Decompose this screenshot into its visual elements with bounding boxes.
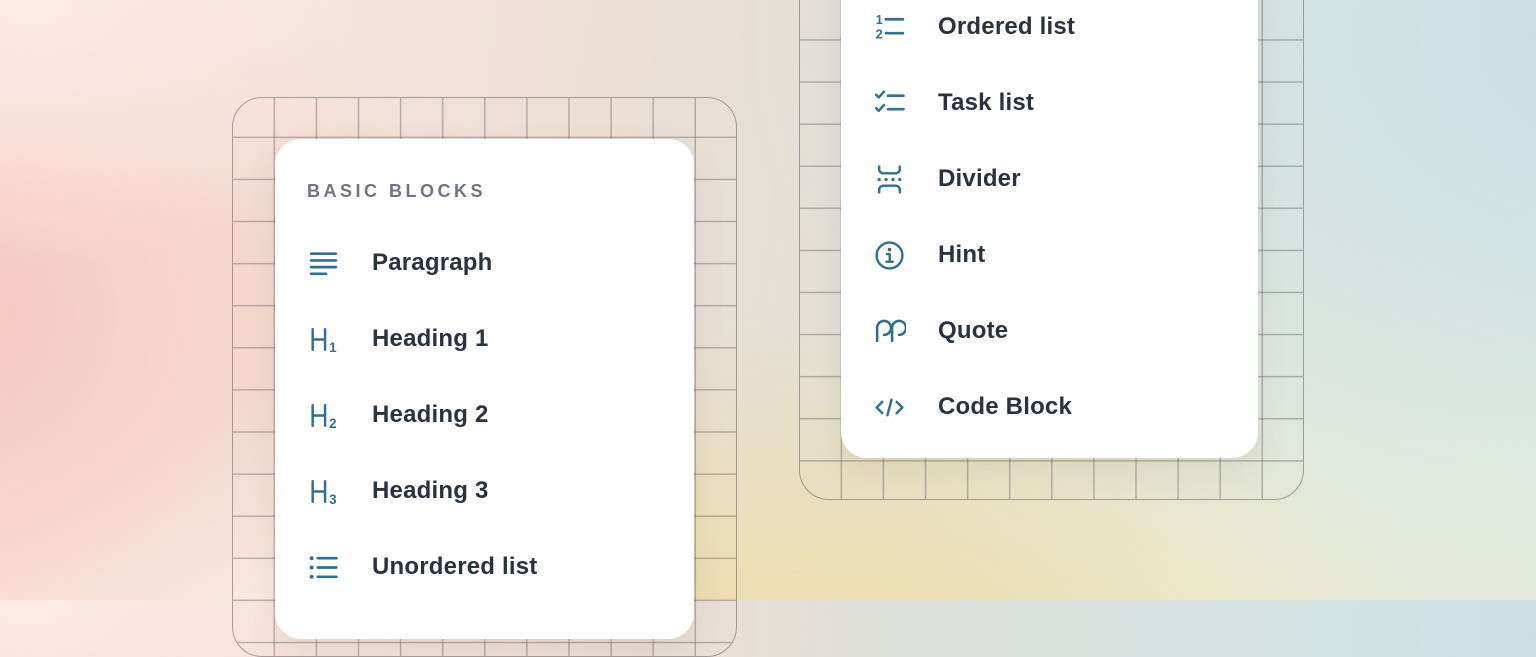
menu-item-unordered-list[interactable]: Unordered list: [307, 529, 694, 605]
menu-item-label: Divider: [938, 165, 1021, 193]
blocks-menu-continued: 12 Ordered list Task list Divider Hint Quote C…: [841, 0, 1258, 458]
basic-blocks-list: Paragraph 1 Heading 1 2 Heading 2 3 Heading 3 U…: [307, 225, 694, 605]
menu-item-label: Task list: [938, 89, 1034, 117]
heading-3-icon: 3: [307, 475, 340, 508]
menu-item-label: Heading 2: [372, 401, 489, 429]
block-picker-illustration: { "palette": { "accent_teal": "#2f718f",…: [0, 0, 1536, 600]
hint-icon: [873, 239, 906, 272]
basic-blocks-menu: BASIC BLOCKS Paragraph 1 Heading 1 2 Heading…: [275, 139, 694, 639]
menu-item-label: Code Block: [938, 393, 1072, 421]
svg-text:2: 2: [329, 415, 336, 430]
ordered-list-icon: 12: [873, 11, 906, 44]
menu-item-label: Quote: [938, 317, 1008, 345]
menu-item-label: Heading 1: [372, 325, 489, 353]
menu-item-heading-1[interactable]: 1 Heading 1: [307, 301, 694, 377]
unordered-list-icon: [307, 551, 340, 584]
menu-item-label: Hint: [938, 241, 985, 269]
svg-text:3: 3: [329, 491, 336, 506]
menu-item-divider[interactable]: Divider: [873, 141, 1258, 217]
heading-2-icon: 2: [307, 399, 340, 432]
menu-section-header: BASIC BLOCKS: [307, 183, 694, 199]
menu-item-label: Heading 3: [372, 477, 489, 505]
menu-item-paragraph[interactable]: Paragraph: [307, 225, 694, 301]
code-block-icon: [873, 391, 906, 424]
task-list-icon: [873, 87, 906, 120]
menu-item-ordered-list[interactable]: 12 Ordered list: [873, 0, 1258, 65]
svg-text:2: 2: [876, 26, 883, 41]
heading-1-icon: 1: [307, 323, 340, 356]
menu-item-task-list[interactable]: Task list: [873, 65, 1258, 141]
quote-icon: [873, 315, 906, 348]
menu-item-quote[interactable]: Quote: [873, 293, 1258, 369]
blocks-list: 12 Ordered list Task list Divider Hint Quote C…: [873, 0, 1258, 445]
menu-item-label: Ordered list: [938, 13, 1075, 41]
menu-item-label: Unordered list: [372, 553, 538, 581]
menu-item-hint[interactable]: Hint: [873, 217, 1258, 293]
svg-text:1: 1: [329, 339, 337, 354]
menu-item-code-block[interactable]: Code Block: [873, 369, 1258, 445]
divider-icon: [873, 163, 906, 196]
menu-item-heading-2[interactable]: 2 Heading 2: [307, 377, 694, 453]
svg-text:1: 1: [876, 11, 883, 26]
paragraph-icon: [307, 247, 340, 280]
menu-item-heading-3[interactable]: 3 Heading 3: [307, 453, 694, 529]
menu-item-label: Paragraph: [372, 249, 493, 277]
